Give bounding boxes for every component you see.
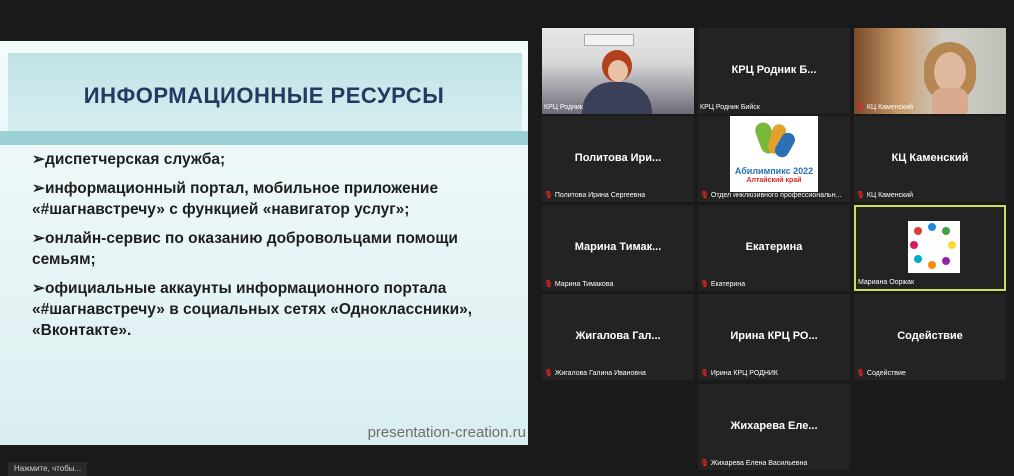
participant-display-name: Марина Тимак... [574,241,662,253]
mic-muted-icon: 🎙 [544,192,553,199]
participant-name: 🎙 Жигалова Галина Ивановна [544,370,646,377]
participant-tile[interactable]: Жигалова Гал... 🎙 Жигалова Галина Ивановн… [542,294,694,380]
abilimpiks-logo: Абилимпикс 2022 Алтайский край [730,116,818,192]
slide-band [0,131,528,145]
slide-title: ИНФОРМАЦИОННЫЕ РЕСУРСЫ [83,83,445,108]
mic-muted-icon: 🎙 [700,281,709,288]
participant-face [608,60,628,82]
shared-slide: ИНФОРМАЦИОННЫЕ РЕСУРСЫ ➢диспетчерская сл… [0,41,528,445]
people-circle-avatar [908,221,960,273]
participant-tile[interactable]: Политова Ири... 🎙 Политова Ирина Сергеевн… [542,116,694,202]
participant-name: 🎙 Содействие [856,370,906,377]
mic-muted-icon: 🎙 [856,192,865,199]
mic-muted-icon: 🎙 [700,192,709,199]
participant-name: 🎙 КЦ Каменский [856,192,914,199]
mic-muted-icon: 🎙 [700,370,709,377]
bottom-hint[interactable]: Нажмите, чтобы... [8,462,88,476]
participant-name: 🎙 Екатерина [700,281,746,288]
mic-muted-icon: 🎙 [856,104,865,111]
participant-display-name: Содействие [897,330,963,342]
participant-name: КРЦ Родник [544,104,583,111]
logo-subtitle: Алтайский край [746,177,802,184]
mic-muted-icon: 🎙 [700,460,709,467]
participant-tile[interactable]: Екатерина 🎙 Екатерина [698,205,850,291]
participant-tile[interactable]: Содействие 🎙 Содействие [854,294,1006,380]
slide-bullets: ➢диспетчерская служба; ➢информационный п… [32,149,512,349]
participant-display-name: Жихарева Еле... [730,420,818,432]
participant-display-name: Политова Ири... [574,152,662,164]
participant-face [934,52,966,92]
participant-name: 🎙 Марина Тимакова [544,281,614,288]
participant-display-name: КЦ Каменский [891,152,969,164]
participant-tile[interactable]: Марина Тимак... 🎙 Марина Тимакова [542,205,694,291]
participant-tile[interactable]: КРЦ Родник Б... КРЦ Родник Бийск [698,28,850,114]
participant-name: 🎙 КЦ Каменский [856,104,914,111]
participant-tile[interactable]: 🎙 КЦ Каменский [854,28,1006,114]
participant-tile[interactable]: Жихарева Еле... 🎙 Жихарева Елена Васильев… [698,384,850,470]
mic-muted-icon: 🎙 [544,370,553,377]
participant-tile[interactable]: КЦ Каменский 🎙 КЦ Каменский [854,116,1006,202]
active-speaker-tile[interactable]: Мариана Ооржак [854,205,1006,291]
slide-footer: presentation-creation.ru [367,424,526,441]
participant-name: 🎙 Политова Ирина Сергеевна [544,192,646,199]
participant-name: 🎙 Ирина КРЦ РОДНИК [700,370,779,377]
slide-bullet: ➢информационный портал, мобильное прилож… [32,180,439,218]
mic-muted-icon: 🎙 [544,281,553,288]
participant-tile[interactable]: КРЦ Родник [542,28,694,114]
participant-display-name: Екатерина [745,241,803,253]
participant-tile[interactable]: Абилимпикс 2022 Алтайский край 🎙 Отдел ин… [698,116,850,202]
participant-display-name: Жигалова Гал... [575,330,661,342]
slide-bullet: ➢онлайн-сервис по оказанию добровольцами… [32,230,458,268]
participant-name: 🎙 Жихарева Елена Васильевна [700,460,808,467]
participant-name: КРЦ Родник Бийск [700,104,760,111]
participant-display-name: Ирина КРЦ РО... [730,330,818,342]
slide-bullet: ➢диспетчерская служба; [32,151,226,168]
participant-display-name: КРЦ Родник Б... [731,64,817,76]
mic-muted-icon: 🎙 [856,370,865,377]
sign-image [584,34,634,46]
slide-bullet: ➢официальные аккаунты информационного по… [32,280,473,339]
participant-name: Мариана Ооржак [858,279,915,286]
logo-title: Абилимпикс 2022 [734,166,814,176]
participant-name: 🎙 Отдел инклюзивного профессиональн... [700,192,842,199]
participant-tile[interactable]: Ирина КРЦ РО... 🎙 Ирина КРЦ РОДНИК [698,294,850,380]
